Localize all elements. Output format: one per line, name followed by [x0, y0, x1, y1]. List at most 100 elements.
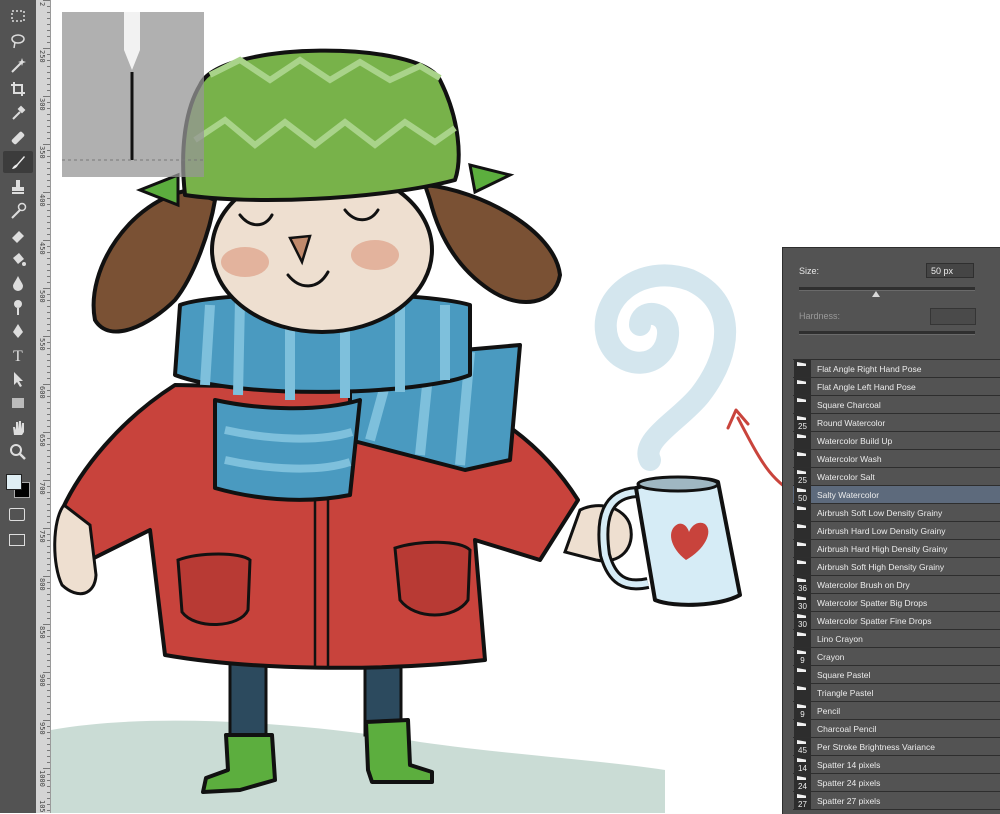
brush-preset-item[interactable]: 24 Spatter 24 pixels	[793, 774, 1000, 792]
brush-preset-name: Watercolor Salt	[817, 471, 875, 482]
color-swatches[interactable]	[4, 466, 32, 500]
ruler-label: 800	[38, 578, 46, 591]
ruler-tick	[47, 312, 50, 313]
brush-preset-item[interactable]: Watercolor Build Up	[793, 432, 1000, 450]
clone-stamp-icon[interactable]	[3, 176, 33, 198]
brush-size-number: 9	[800, 710, 805, 719]
ruler-tick	[47, 108, 50, 109]
ruler-tick	[47, 210, 50, 211]
history-brush-icon[interactable]	[3, 200, 33, 222]
brush-icon[interactable]	[3, 151, 33, 173]
brush-preset-item[interactable]: 25 Round Watercolor	[793, 414, 1000, 432]
type-glyph: T	[13, 348, 23, 364]
brush-preset-item[interactable]: Airbrush Hard Low Density Grainy	[793, 522, 1000, 540]
brush-preset-item[interactable]: Flat Angle Right Hand Pose	[793, 360, 1000, 378]
ruler-label: 1000	[38, 770, 46, 787]
size-slider[interactable]	[799, 287, 975, 291]
ruler-tick	[47, 78, 50, 79]
ruler-tick	[47, 324, 50, 325]
ruler-tick	[47, 276, 50, 277]
hardness-field[interactable]	[930, 308, 976, 325]
ruler-tick	[47, 738, 50, 739]
brush-preset-name: Watercolor Wash	[817, 453, 882, 464]
screen-mode-icon[interactable]	[9, 534, 25, 546]
brush-tip-icon	[797, 740, 806, 744]
magic-wand-icon[interactable]	[3, 54, 33, 76]
brush-preset-item[interactable]: 9 Pencil	[793, 702, 1000, 720]
brush-tip-icon	[797, 362, 806, 366]
brush-preset-item[interactable]: Charcoal Pencil	[793, 720, 1000, 738]
brush-preset-item[interactable]: 25 Watercolor Salt	[793, 468, 1000, 486]
ruler-tick	[47, 228, 50, 229]
brush-preset-item[interactable]: 14 Spatter 14 pixels	[793, 756, 1000, 774]
ruler-label: 650	[38, 434, 46, 447]
dodge-icon[interactable]	[3, 296, 33, 318]
brush-preset-item[interactable]: Square Charcoal	[793, 396, 1000, 414]
brush-preset-item[interactable]: Airbrush Soft Low Density Grainy	[793, 504, 1000, 522]
foreground-color-swatch[interactable]	[6, 474, 22, 490]
zoom-icon[interactable]	[3, 441, 33, 463]
ruler-tick	[47, 678, 50, 679]
brush-preset-item[interactable]: Airbrush Soft High Density Grainy	[793, 558, 1000, 576]
ruler-tick	[47, 102, 50, 103]
ruler-label: 350	[38, 146, 46, 159]
healing-brush-icon[interactable]	[3, 127, 33, 149]
size-field[interactable]: 50 px	[926, 263, 974, 278]
brush-preset-item[interactable]: Square Pastel	[793, 666, 1000, 684]
path-selection-icon[interactable]	[3, 368, 33, 390]
brush-preset-item[interactable]: 30 Watercolor Spatter Fine Drops	[793, 612, 1000, 630]
ruler-tick	[47, 18, 50, 19]
ruler-tick	[47, 120, 50, 121]
hardness-slider[interactable]	[799, 331, 975, 335]
pen-icon[interactable]	[3, 320, 33, 342]
brush-preset-item[interactable]: Triangle Pastel	[793, 684, 1000, 702]
brush-tip-icon	[797, 380, 806, 384]
brush-preset-item[interactable]: 36 Watercolor Brush on Dry	[793, 576, 1000, 594]
ruler-tick	[43, 288, 50, 289]
eyedropper-icon[interactable]	[3, 102, 33, 124]
eraser-icon[interactable]	[3, 224, 33, 246]
size-slider-thumb[interactable]	[872, 291, 881, 297]
brush-preset-item[interactable]: 9 Crayon	[793, 648, 1000, 666]
brush-tip-icon	[797, 578, 806, 582]
ruler-tick	[47, 114, 50, 115]
ruler-tick	[47, 348, 50, 349]
brush-preset-item[interactable]: 45 Per Stroke Brightness Variance	[793, 738, 1000, 756]
brush-preset-item[interactable]: 27 Spatter 27 pixels	[793, 792, 1000, 810]
lasso-icon[interactable]	[3, 30, 33, 52]
brush-size-number: 50	[798, 494, 807, 503]
ruler-tick	[47, 414, 50, 415]
paint-bucket-icon[interactable]	[3, 248, 33, 270]
hand-icon[interactable]	[3, 417, 33, 439]
rectangular-marquee-icon[interactable]	[3, 5, 33, 27]
brush-thumbnail	[794, 360, 811, 377]
brush-preset-item[interactable]: 50 Salty Watercolor	[793, 486, 1000, 504]
ruler-label: 2	[38, 2, 46, 7]
ruler-label: 1050	[38, 800, 46, 813]
brush-preset-item[interactable]: Lino Crayon	[793, 630, 1000, 648]
ruler-tick	[47, 546, 50, 547]
ruler-tick	[47, 408, 50, 409]
brush-preset-name: Airbrush Hard Low Density Grainy	[817, 525, 946, 536]
ruler-tick	[47, 198, 50, 199]
type-icon[interactable]: T	[3, 344, 33, 366]
brush-tip-icon	[797, 722, 806, 726]
brush-preset-item[interactable]: 30 Watercolor Spatter Big Drops	[793, 594, 1000, 612]
ruler-tick	[47, 588, 50, 589]
ruler-tick	[47, 636, 50, 637]
brush-preset-item[interactable]: Watercolor Wash	[793, 450, 1000, 468]
brush-thumbnail	[794, 684, 811, 701]
brush-preset-item[interactable]: Flat Angle Left Hand Pose	[793, 378, 1000, 396]
ruler-tick	[43, 528, 50, 529]
brush-tip-preview	[62, 12, 204, 177]
quick-mask-icon[interactable]	[9, 508, 25, 521]
brush-preset-item[interactable]: Airbrush Hard High Density Grainy	[793, 540, 1000, 558]
brush-preset-name: Airbrush Soft Low Density Grainy	[817, 507, 943, 518]
blur-icon[interactable]	[3, 272, 33, 294]
ruler-tick	[47, 42, 50, 43]
ruler-tick	[47, 258, 50, 259]
ruler-tick	[47, 204, 50, 205]
ruler-tick	[47, 318, 50, 319]
crop-icon[interactable]	[3, 78, 33, 100]
rectangle-shape-icon[interactable]	[3, 392, 33, 414]
